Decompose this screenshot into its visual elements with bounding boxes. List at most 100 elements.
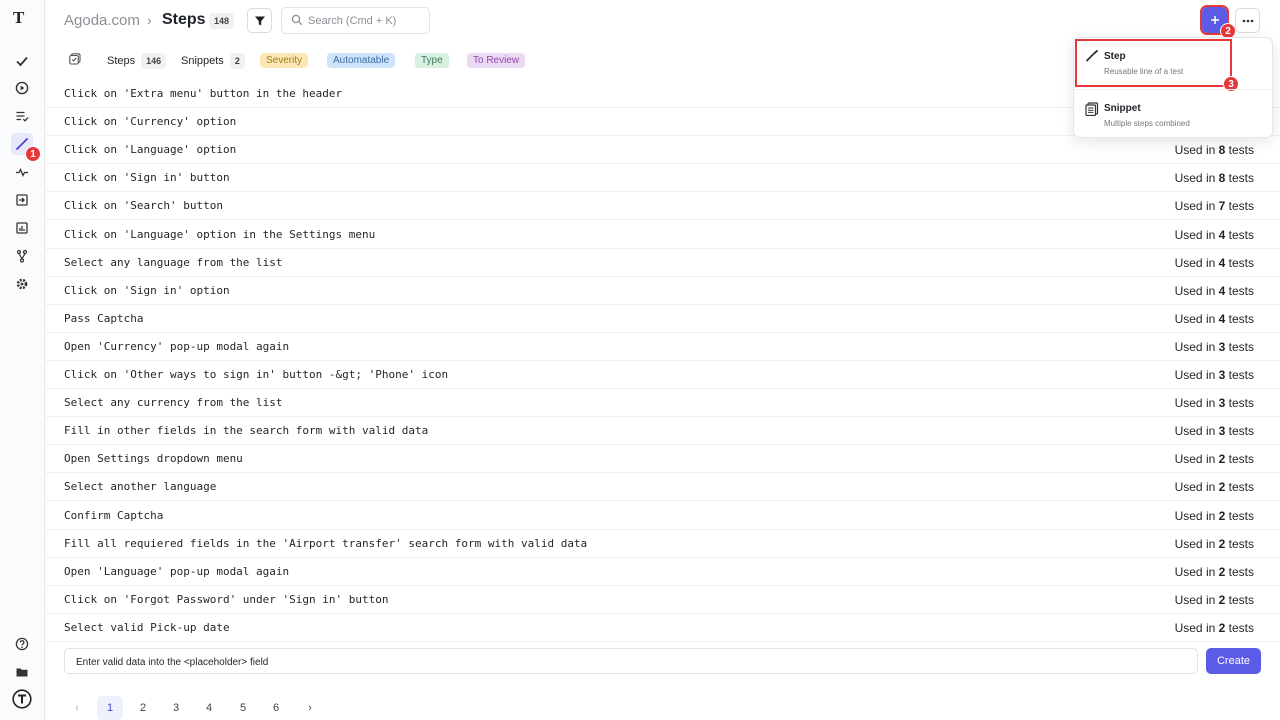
filter-button[interactable]: [247, 8, 272, 33]
step-usage[interactable]: Used in 3 tests: [1175, 368, 1254, 382]
help-icon[interactable]: [11, 633, 33, 655]
usage-count: 2: [1218, 452, 1226, 467]
tab-snippets[interactable]: Snippets 2: [181, 53, 245, 69]
step-text: Click on 'Currency' option: [64, 115, 237, 129]
checkmark-icon[interactable]: [11, 50, 33, 72]
list-check-icon[interactable]: [11, 105, 33, 127]
pagination-page-5[interactable]: 5: [230, 696, 256, 720]
tab-snippets-label: Snippets: [181, 55, 224, 67]
folder-icon[interactable]: [11, 661, 33, 683]
usage-prefix: Used in: [1174, 480, 1216, 495]
tab-steps[interactable]: Steps 146: [107, 53, 167, 69]
usage-count: 4: [1218, 311, 1226, 326]
more-options-button[interactable]: [1235, 8, 1260, 33]
step-row[interactable]: Click on 'Sign in' button Used in 8 tests: [46, 164, 1280, 193]
step-usage[interactable]: Used in 4 tests: [1175, 256, 1254, 270]
label-filter-to-review[interactable]: To Review: [467, 53, 526, 68]
play-circle-icon[interactable]: [11, 77, 33, 99]
branch-icon[interactable]: [11, 245, 33, 267]
step-usage[interactable]: Used in 4 tests: [1175, 312, 1254, 326]
step-row[interactable]: Select any currency from the list Used in…: [46, 389, 1280, 418]
top-bar: Agoda.com › Steps 148 2: [46, 0, 1280, 42]
step-usage[interactable]: Used in 2 tests: [1175, 621, 1254, 635]
step-row[interactable]: Select valid Pick-up date Used in 2 tests: [46, 614, 1280, 642]
step-row[interactable]: Pass Captcha Used in 4 tests: [46, 305, 1280, 333]
step-usage[interactable]: Used in 2 tests: [1175, 593, 1254, 607]
step-text: Click on 'Language' option in the Settin…: [64, 227, 376, 241]
step-row[interactable]: Click on 'Forgot Password' under 'Sign i…: [46, 586, 1280, 614]
label-filter-automatable[interactable]: Automatable: [327, 53, 396, 68]
step-row[interactable]: Open Settings dropdown menu Used in 2 tes…: [46, 445, 1280, 474]
usage-prefix: Used in: [1174, 339, 1216, 354]
step-row[interactable]: Fill in other fields in the search form …: [46, 417, 1280, 446]
pagination-page-6[interactable]: 6: [263, 696, 289, 720]
page-title: Steps: [162, 11, 206, 28]
step-row[interactable]: Open 'Language' pop-up modal again Used i…: [46, 558, 1280, 586]
usage-prefix: Used in: [1174, 396, 1216, 411]
usage-suffix: tests: [1228, 339, 1254, 354]
select-all-icon[interactable]: [69, 53, 81, 65]
search-box[interactable]: [281, 7, 430, 34]
step-row[interactable]: Click on 'Other ways to sign in' button …: [46, 361, 1280, 389]
usage-count: 2: [1218, 564, 1226, 579]
app-logo[interactable]: T: [13, 8, 33, 28]
step-row[interactable]: Select another language Used in 2 tests: [46, 473, 1280, 502]
pagination-next-button[interactable]: ›: [297, 696, 323, 720]
usage-suffix: tests: [1228, 480, 1254, 495]
usage-suffix: tests: [1228, 424, 1254, 439]
step-usage[interactable]: Used in 7 tests: [1175, 199, 1254, 213]
step-usage[interactable]: Used in 3 tests: [1175, 340, 1254, 354]
step-row[interactable]: Click on 'Language' option in the Settin…: [46, 221, 1280, 249]
label-filter-type[interactable]: Type: [415, 53, 449, 68]
dropdown-item-snippet[interactable]: Snippet Multiple steps combined: [1074, 90, 1274, 138]
tab-steps-label: Steps: [107, 55, 136, 67]
usage-count: 8: [1218, 143, 1226, 158]
analytics-icon[interactable]: [11, 217, 33, 239]
step-text: Click on 'Extra menu' button in the head…: [64, 87, 343, 100]
new-step-field[interactable]: [64, 648, 1198, 674]
new-step-input[interactable]: [76, 654, 1186, 670]
step-usage[interactable]: Used in 2 tests: [1175, 565, 1254, 579]
usage-suffix: tests: [1228, 536, 1254, 551]
step-row[interactable]: Fill all requiered fields in the 'Airpor…: [46, 530, 1280, 558]
step-row[interactable]: Click on 'Search' button Used in 7 tests: [46, 192, 1280, 221]
step-usage[interactable]: Used in 3 tests: [1175, 396, 1254, 410]
pagination-page-4[interactable]: 4: [196, 696, 222, 720]
settings-gear-icon[interactable]: [11, 273, 33, 295]
pagination-prev-button[interactable]: ‹: [64, 696, 90, 720]
breadcrumb-project[interactable]: Agoda.com: [64, 12, 140, 29]
account-avatar-icon[interactable]: [11, 688, 33, 710]
usage-count: 2: [1218, 480, 1226, 495]
step-row[interactable]: Open 'Currency' pop-up modal again Used i…: [46, 333, 1280, 361]
label-filter-severity[interactable]: Severity: [260, 53, 309, 68]
import-icon[interactable]: [11, 189, 33, 211]
usage-count: 2: [1218, 620, 1226, 635]
search-input[interactable]: [308, 12, 426, 30]
step-text: Select valid Pick-up date: [64, 620, 230, 634]
step-usage[interactable]: Used in 2 tests: [1175, 452, 1254, 466]
pagination-page-3[interactable]: 3: [163, 696, 189, 720]
step-usage[interactable]: Used in 2 tests: [1175, 537, 1254, 551]
step-row[interactable]: Confirm Captcha Used in 2 tests: [46, 502, 1280, 530]
create-button[interactable]: Create: [1206, 648, 1261, 674]
step-usage[interactable]: Used in 4 tests: [1175, 284, 1254, 298]
usage-suffix: tests: [1228, 368, 1254, 382]
step-row[interactable]: Select any language from the list Used in…: [46, 249, 1280, 277]
pagination-page-1[interactable]: 1: [97, 696, 123, 720]
step-usage[interactable]: Used in 2 tests: [1175, 480, 1254, 494]
step-row[interactable]: Click on 'Language' option Used in 8 test…: [46, 136, 1280, 165]
step-usage[interactable]: Used in 4 tests: [1175, 228, 1254, 242]
step-usage[interactable]: Used in 8 tests: [1175, 171, 1254, 185]
step-usage[interactable]: Used in 8 tests: [1175, 143, 1254, 157]
step-text: Select another language: [64, 480, 217, 494]
step-row[interactable]: Click on 'Sign in' option Used in 4 tests: [46, 277, 1280, 305]
usage-prefix: Used in: [1174, 508, 1216, 523]
usage-suffix: tests: [1228, 592, 1254, 607]
step-usage[interactable]: Used in 3 tests: [1175, 424, 1254, 438]
annotation-highlight-box: [1075, 39, 1232, 87]
usage-suffix: tests: [1228, 283, 1254, 298]
dropdown-item-step[interactable]: Step Reusable line of a test: [1074, 38, 1274, 87]
pulse-icon[interactable]: [11, 161, 33, 183]
step-usage[interactable]: Used in 2 tests: [1175, 509, 1254, 523]
pagination-page-2[interactable]: 2: [130, 696, 156, 720]
